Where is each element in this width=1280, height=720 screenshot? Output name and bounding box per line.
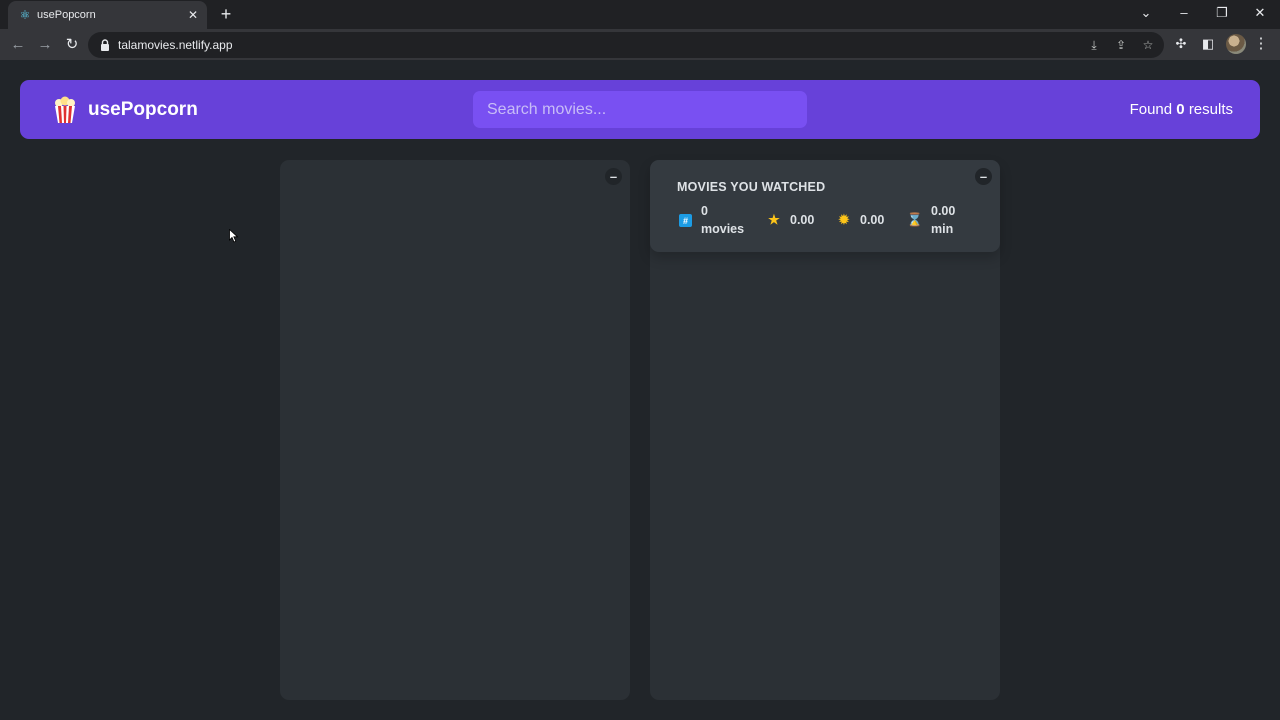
minimize-button[interactable]: –	[1174, 4, 1194, 22]
app-root: usePopcorn Found 0 results – MOVIES YOU …	[0, 60, 1280, 720]
logo: usePopcorn	[52, 96, 198, 124]
close-tab-icon[interactable]: ✕	[185, 7, 201, 23]
reload-button[interactable]: ↻	[62, 35, 82, 55]
app-title: usePopcorn	[88, 99, 198, 120]
watched-summary: MOVIES YOU WATCHED # 0 movies ★ 0.00 ✹ 0…	[650, 160, 1000, 252]
collapse-watched-button[interactable]: –	[975, 168, 992, 185]
navbar: usePopcorn Found 0 results	[20, 80, 1260, 139]
sun-icon: ✹	[838, 212, 850, 227]
react-icon: ⚛	[19, 8, 31, 22]
stat-runtime: ⌛ 0.00 min	[906, 202, 956, 238]
popcorn-icon	[55, 96, 75, 123]
stat-user-rating: ✹ 0.00	[837, 211, 885, 229]
results-count-text: Found 0 results	[1130, 100, 1233, 120]
search-results-box: –	[280, 160, 630, 700]
star-icon: ★	[768, 212, 780, 227]
address-bar[interactable]: talamovies.netlify.app ⤓ ⇪ ☆	[88, 32, 1164, 58]
hourglass-icon: ⌛	[906, 212, 924, 227]
browser-tabstrip: ⚛ usePopcorn ✕ + ⌄ – ❐ ✕	[0, 0, 1280, 29]
results-prefix: Found	[1129, 101, 1173, 118]
new-tab-button[interactable]: +	[216, 4, 236, 24]
results-suffix: results	[1188, 101, 1233, 118]
stat-imdb-rating: ★ 0.00	[767, 211, 814, 229]
tab-search-icon[interactable]: ⌄	[1136, 4, 1156, 22]
collapse-results-button[interactable]: –	[605, 168, 622, 185]
browser-menu-icon[interactable]: ⋮	[1252, 35, 1270, 53]
lock-icon	[101, 39, 109, 51]
side-panel-icon[interactable]: ◧	[1199, 35, 1217, 53]
runtime-value: 0.00	[931, 204, 956, 218]
user-rating-value: 0.00	[860, 213, 885, 227]
profile-avatar[interactable]	[1226, 34, 1246, 54]
close-window-button[interactable]: ✕	[1250, 4, 1270, 22]
share-icon[interactable]: ⇪	[1113, 37, 1129, 53]
tab-title: usePopcorn	[37, 9, 96, 21]
back-button[interactable]: ←	[8, 35, 28, 55]
watched-movies-box: MOVIES YOU WATCHED # 0 movies ★ 0.00 ✹ 0…	[650, 160, 1000, 700]
runtime-unit: min	[931, 222, 954, 236]
install-icon[interactable]: ⤓	[1086, 37, 1102, 53]
forward-button[interactable]: →	[35, 35, 55, 55]
summary-heading: MOVIES YOU WATCHED	[677, 180, 826, 194]
hash-icon: #	[678, 213, 692, 227]
bookmark-star-icon[interactable]: ☆	[1140, 37, 1156, 53]
browser-tab[interactable]: ⚛ usePopcorn ✕	[8, 1, 207, 29]
imdb-rating-value: 0.00	[790, 213, 815, 227]
movies-count: 0	[701, 204, 708, 218]
search-input[interactable]	[473, 91, 807, 128]
movies-label: movies	[701, 222, 745, 236]
restore-button[interactable]: ❐	[1212, 4, 1232, 22]
mouse-cursor-icon	[229, 229, 239, 243]
browser-toolbar: ← → ↻ talamovies.netlify.app ⤓ ⇪ ☆ ✣ ◧ ⋮	[0, 29, 1280, 60]
url-text: talamovies.netlify.app	[118, 38, 233, 52]
svg-text:#: #	[682, 216, 687, 226]
results-count: 0	[1176, 101, 1185, 118]
extensions-icon[interactable]: ✣	[1172, 35, 1190, 53]
stat-movies-count: # 0 movies	[678, 202, 744, 238]
